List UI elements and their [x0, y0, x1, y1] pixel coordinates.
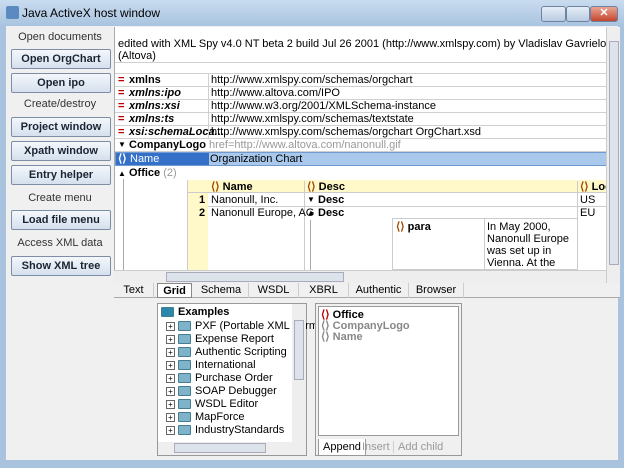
folder-icon	[178, 386, 191, 397]
open-orgchart-button[interactable]: Open OrgChart	[11, 49, 111, 69]
show-xml-tree-button[interactable]: Show XML tree	[11, 256, 111, 276]
attribute-row[interactable]: = xmlns:ts http://www.xmlspy.com/schemas/t…	[115, 113, 606, 126]
column-header-loc[interactable]: ⟨⟩ Loc	[577, 181, 606, 193]
create-menu-label: Create menu	[28, 192, 92, 204]
grid-view[interactable]: edited with XML Spy v4.0 NT beta 2 build…	[114, 27, 606, 270]
minimize-button[interactable]	[541, 6, 566, 22]
project-window-button[interactable]: Project window	[11, 117, 111, 137]
folder-icon	[178, 334, 191, 345]
tab-xbrl[interactable]: XBRL	[299, 283, 349, 298]
folder-icon	[178, 425, 191, 436]
office-name-cell[interactable]: Nanonull, Inc.	[211, 194, 278, 206]
tree-item[interactable]: + SOAP Debugger	[166, 385, 277, 397]
office-row[interactable]: ▲ Office (2)	[118, 167, 177, 180]
view-tabs: Text Grid Schema WSDL XBRL Authentic Bro…	[114, 283, 620, 298]
attribute-row[interactable]: = xsi:schemaLoca... http://www.xmlspy.com/…	[115, 126, 606, 139]
project-icon	[161, 307, 174, 318]
column-header-desc[interactable]: ⟨⟩ Desc	[304, 181, 345, 193]
company-logo-row[interactable]: ▼ CompanyLogo href=http://www.altova.com/n…	[115, 139, 606, 152]
access-xml-label: Access XML data	[17, 237, 103, 249]
tree-vertical-scrollbar[interactable]	[292, 304, 306, 442]
app-icon	[6, 6, 19, 19]
tree-horizontal-scrollbar[interactable]	[158, 442, 306, 455]
tab-add-child[interactable]: Add child	[398, 441, 443, 453]
folder-icon	[178, 347, 191, 358]
tree-item[interactable]: + WSDL Editor	[166, 398, 258, 410]
tab-grid[interactable]: Grid	[157, 283, 192, 298]
para-cell[interactable]: ⟨⟩ para In May 2000, Nanonull Europe was…	[392, 218, 577, 270]
tree-root[interactable]: Examples	[161, 306, 229, 318]
tab-authentic[interactable]: Authentic	[349, 283, 409, 298]
attribute-icon: =	[118, 113, 125, 125]
desc-cell[interactable]: Desc	[318, 207, 344, 219]
window-title: Java ActiveX host window	[22, 6, 161, 20]
open-ipo-button[interactable]: Open ipo	[11, 73, 111, 93]
project-tree[interactable]: Examples + PXF (Portable XML Forms) + Expe…	[157, 303, 327, 456]
comment-line: (Altova)	[118, 50, 156, 62]
entry-helper-panel: ⟨⟩ Office ⟨⟩ CompanyLogo ⟨⟩ Name Append …	[315, 303, 462, 456]
horizontal-scrollbar[interactable]	[114, 270, 606, 283]
tree-item[interactable]: + Purchase Order	[166, 372, 273, 384]
attribute-icon: =	[118, 74, 125, 86]
tab-browser[interactable]: Browser	[409, 283, 464, 298]
collapse-icon[interactable]: ▼	[118, 139, 126, 151]
column-header-name[interactable]: ⟨⟩ Name	[211, 181, 253, 193]
tree-item[interactable]: + Authentic Scripting	[166, 346, 287, 358]
tab-insert[interactable]: Insert	[362, 441, 394, 453]
create-destroy-label: Create/destroy	[23, 98, 97, 110]
attribute-row[interactable]: = xmlns:xsi http://www.w3.org/2001/XMLSche…	[115, 100, 606, 113]
tree-item[interactable]: + International	[166, 359, 256, 371]
tab-text[interactable]: Text	[114, 283, 154, 298]
entry-item[interactable]: ⟨⟩ Name	[321, 331, 363, 343]
tab-schema[interactable]: Schema	[194, 283, 249, 298]
attribute-row[interactable]: = xmlns http://www.xmlspy.com/schemas/orgc…	[115, 74, 606, 87]
tree-item[interactable]: + MapForce	[166, 411, 245, 423]
tree-item[interactable]: + Expense Report	[166, 333, 274, 345]
load-file-menu-button[interactable]: Load file menu	[11, 210, 111, 230]
folder-icon	[178, 373, 191, 384]
title-bar: Java ActiveX host window ✕	[0, 0, 624, 26]
office-table: ⟨⟩ Name ⟨⟩ Desc ⟨⟩ Loc 1 Nanonull, Inc. …	[187, 180, 606, 270]
attribute-row[interactable]: = xmlns:ipo http://www.altova.com/IPO	[115, 87, 606, 100]
desc-cell[interactable]: Desc	[318, 194, 344, 206]
loc-cell[interactable]: US	[580, 194, 595, 206]
open-documents-label: Open documents	[18, 31, 102, 43]
loc-cell[interactable]: EU	[580, 207, 595, 219]
tab-append[interactable]: Append	[318, 439, 366, 456]
folder-icon	[178, 412, 191, 423]
maximize-button[interactable]	[566, 6, 590, 22]
folder-icon	[178, 399, 191, 410]
comment-line: edited with XML Spy v4.0 NT beta 2 build…	[118, 38, 606, 50]
tab-wsdl[interactable]: WSDL	[249, 283, 299, 298]
close-button[interactable]: ✕	[590, 6, 618, 22]
xpath-window-button[interactable]: Xpath window	[11, 141, 111, 161]
entry-helper-button[interactable]: Entry helper	[11, 165, 111, 185]
attribute-icon: =	[118, 126, 125, 138]
tree-item[interactable]: + IndustryStandards	[166, 424, 284, 436]
name-row-selected[interactable]: ⟨⟩ Name Organization Chart	[115, 152, 606, 166]
attribute-icon: =	[118, 87, 125, 99]
attribute-icon: =	[118, 100, 125, 112]
element-icon: ⟨⟩	[118, 153, 127, 165]
expand-icon: ▲	[118, 169, 126, 178]
vertical-scrollbar[interactable]	[606, 27, 620, 283]
folder-icon	[178, 360, 191, 371]
folder-icon	[178, 321, 191, 332]
office-name-cell[interactable]: Nanonull Europe, AG	[211, 207, 314, 219]
